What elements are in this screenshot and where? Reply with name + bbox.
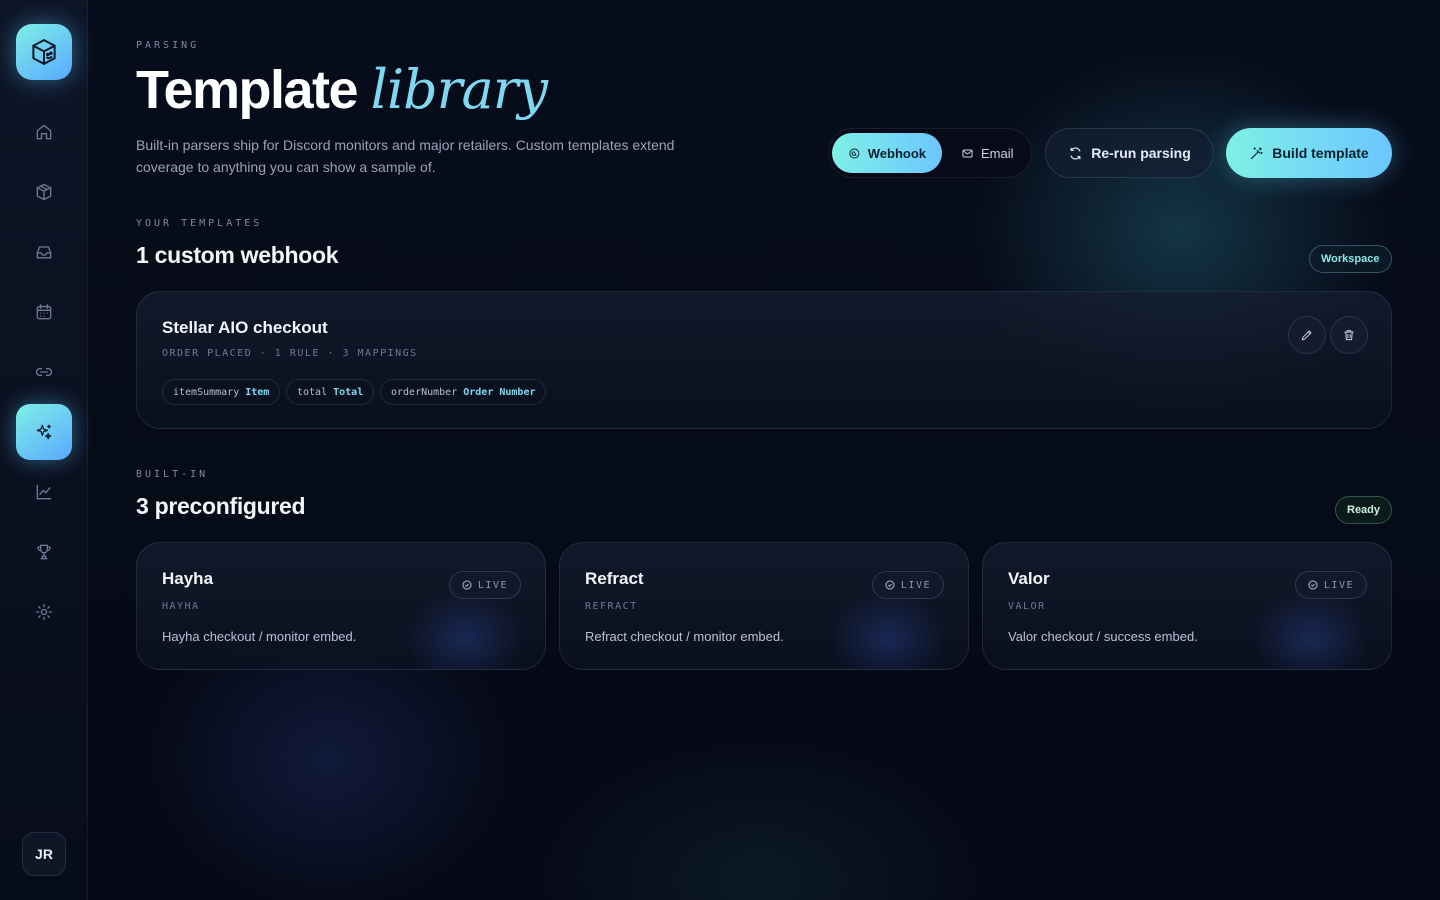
- sidebar-item-inventory[interactable]: [16, 164, 72, 220]
- live-status-badge: LIVE: [871, 571, 944, 599]
- sidebar-item-analytics[interactable]: [16, 464, 72, 520]
- gear-icon: [35, 603, 53, 621]
- custom-template-name: Stellar AIO checkout: [162, 318, 328, 337]
- trash-icon: [1344, 330, 1354, 341]
- build-template-button[interactable]: Build template: [1226, 128, 1392, 178]
- webhook-icon: [849, 148, 860, 158]
- ready-badge: Ready: [1335, 496, 1393, 524]
- mapping-chip: orderNumber Order Number: [380, 379, 547, 405]
- chart-icon: [36, 484, 52, 500]
- builtin-template-name: Hayha: [162, 569, 214, 588]
- sparkles-icon: [36, 424, 52, 440]
- builtin-template-card-valor[interactable]: Valor VALOR Valor checkout / success emb…: [982, 542, 1392, 670]
- mapping-key: itemSummary: [173, 386, 240, 398]
- toggle-email[interactable]: Email: [945, 133, 1031, 173]
- build-template-label: Build template: [1272, 145, 1369, 161]
- live-status-label: LIVE: [477, 579, 508, 591]
- mapping-chip: itemSummary Item: [162, 379, 281, 405]
- workspace-badge: Workspace: [1309, 245, 1392, 273]
- sidebar-item-calendar[interactable]: [16, 284, 72, 340]
- mail-icon: [962, 148, 973, 158]
- custom-template-card[interactable]: Stellar AIO checkout ORDER PLACED · 1 RU…: [136, 291, 1392, 429]
- card-glow: [405, 589, 525, 669]
- rerun-parsing-button[interactable]: Re-run parsing: [1045, 128, 1214, 178]
- refresh-icon: [1070, 146, 1081, 160]
- pencil-icon: [1301, 330, 1312, 341]
- live-status-badge: LIVE: [1294, 571, 1367, 599]
- sidebar: JR: [0, 0, 88, 900]
- toggle-webhook-label: Webhook: [867, 145, 926, 161]
- page-description: Built-in parsers ship for Discord monito…: [136, 137, 675, 175]
- mapping-value: Item: [245, 386, 270, 398]
- mapping-key: orderNumber: [391, 386, 458, 398]
- builtin-template-card-hayha[interactable]: Hayha HAYHA Hayha checkout / monitor emb…: [136, 542, 546, 670]
- sidebar-item-achievements[interactable]: [16, 524, 72, 580]
- builtin-template-description: Refract checkout / monitor embed.: [585, 629, 784, 644]
- builtin-section-eyebrow: BUILT-IN: [136, 469, 209, 480]
- mapping-chip: total Total: [286, 379, 375, 405]
- user-avatar[interactable]: JR: [22, 832, 66, 876]
- mapping-key: total: [297, 386, 328, 398]
- sidebar-item-inbox[interactable]: [16, 224, 72, 280]
- magic-wand-icon: [1251, 146, 1263, 159]
- sidebar-item-links[interactable]: [16, 344, 72, 400]
- page-eyebrow: PARSING: [136, 40, 200, 51]
- builtin-template-card-refract[interactable]: Refract REFRACT Refract checkout / monit…: [559, 542, 969, 670]
- home-icon: [36, 124, 52, 140]
- builtin-template-name: Valor: [1008, 569, 1050, 588]
- custom-section-eyebrow: YOUR TEMPLATES: [136, 218, 263, 229]
- app-logo[interactable]: [16, 24, 72, 80]
- sidebar-item-home[interactable]: [16, 104, 72, 160]
- sidebar-item-parsing[interactable]: [16, 404, 72, 460]
- builtin-template-name: Refract: [585, 569, 644, 588]
- live-status-badge: LIVE: [448, 571, 521, 599]
- builtin-template-code: HAYHA: [162, 601, 200, 612]
- calendar-icon: [36, 304, 52, 320]
- builtin-template-code: VALOR: [1008, 601, 1046, 612]
- package-icon: [36, 183, 52, 201]
- source-toggle: Webhook Email: [828, 128, 1032, 178]
- rerun-parsing-label: Re-run parsing: [1091, 145, 1191, 161]
- check-circle-icon: [462, 580, 472, 590]
- inbox-icon: [36, 246, 52, 259]
- check-circle-icon: [885, 580, 895, 590]
- toggle-email-label: Email: [981, 145, 1014, 161]
- cube-logo-icon: [32, 39, 56, 65]
- builtin-section-title: 3 preconfigured: [136, 493, 306, 519]
- trophy-icon: [37, 544, 51, 560]
- toggle-webhook[interactable]: Webhook: [832, 133, 942, 173]
- custom-section-title: 1 custom webhook: [136, 242, 339, 268]
- link-icon: [35, 368, 53, 376]
- page-title-main: Template: [136, 60, 359, 120]
- builtin-template-description: Hayha checkout / monitor embed.: [162, 629, 357, 644]
- page-title-accent: library: [370, 58, 548, 121]
- mapping-value: Order Number: [463, 386, 536, 398]
- builtin-template-description: Valor checkout / success embed.: [1008, 629, 1198, 644]
- check-circle-icon: [1308, 580, 1318, 590]
- sidebar-item-settings[interactable]: [16, 584, 72, 640]
- edit-template-button[interactable]: [1288, 316, 1326, 354]
- page: JR PARSING Template library Built-in par…: [0, 0, 1440, 900]
- custom-template-meta: ORDER PLACED · 1 RULE · 3 MAPPINGS: [162, 348, 418, 359]
- delete-template-button[interactable]: [1330, 316, 1368, 354]
- mapping-value: Total: [333, 386, 364, 398]
- page-title: Template library: [136, 58, 548, 121]
- card-glow: [828, 589, 948, 669]
- card-glow: [1251, 589, 1371, 669]
- builtin-template-code: REFRACT: [585, 601, 638, 612]
- live-status-label: LIVE: [900, 579, 931, 591]
- live-status-label: LIVE: [1323, 579, 1354, 591]
